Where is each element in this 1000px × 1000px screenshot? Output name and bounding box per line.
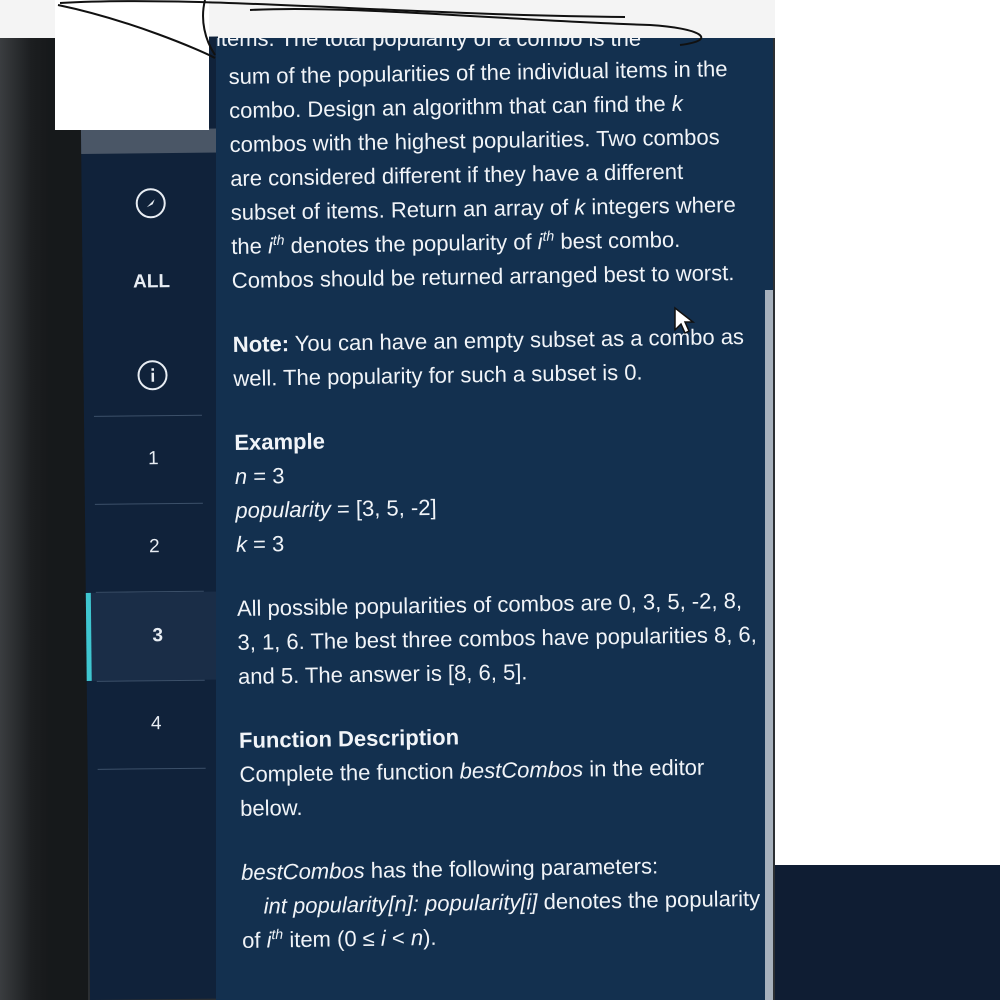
sidebar-item-label: 4 xyxy=(150,713,162,735)
sidebar-item-label: 2 xyxy=(148,536,160,558)
sidebar-item-info[interactable] xyxy=(83,355,221,396)
sidebar-item-label: ALL xyxy=(132,271,171,293)
func-text: Complete the function xyxy=(239,758,460,787)
function-description: Complete the function bestCombos in the … xyxy=(239,750,760,826)
sidebar-item-label: 1 xyxy=(148,448,159,470)
scrollbar[interactable] xyxy=(765,290,773,1000)
superscript-th: th xyxy=(271,925,284,943)
parameter-popularity: int popularity[n]: popularity[i] denotes… xyxy=(241,882,762,958)
var-k: k xyxy=(671,90,683,117)
var-popularity: popularity xyxy=(235,496,331,523)
info-icon xyxy=(137,360,168,391)
sidebar-top-strip xyxy=(80,128,220,154)
var-n: n xyxy=(234,463,248,489)
func-name: bestCombos xyxy=(459,756,584,784)
sidebar-item-2[interactable]: 2 xyxy=(85,503,224,592)
sidebar-item-all[interactable]: ALL xyxy=(82,267,220,298)
cut-off-text: items. The total popularity of a combo i… xyxy=(216,38,642,51)
problem-panel: sum of the popularities of the individua… xyxy=(216,38,773,1000)
sidebar-item-3[interactable]: 3 xyxy=(85,591,225,681)
editor-lower-area xyxy=(775,865,1000,1000)
sidebar-divider xyxy=(97,767,206,770)
compass-icon xyxy=(135,188,166,219)
mouse-cursor-icon xyxy=(674,306,696,335)
func-name: bestCombos xyxy=(240,857,365,885)
note-text: You can have an empty subset as a combo … xyxy=(233,323,745,391)
cut-off-line: items. The total popularity of a combo i… xyxy=(216,38,676,56)
param-text: item (0 ≤ xyxy=(283,925,382,953)
superscript-th: th xyxy=(542,227,555,244)
param-var: popularity[i] xyxy=(424,889,538,917)
desc-text: sum of the popularities of the individua… xyxy=(228,56,728,123)
note-label: Note: xyxy=(232,331,290,357)
sidebar-item-label: 3 xyxy=(152,625,164,647)
editor-area xyxy=(775,0,1000,865)
param-text: ). xyxy=(422,924,437,951)
sidebar-item-4[interactable]: 4 xyxy=(87,680,226,769)
sidebar-item-1[interactable]: 1 xyxy=(84,415,223,504)
corner-paper xyxy=(55,0,209,130)
var-k: k xyxy=(235,531,248,557)
problem-description: sum of the popularities of the individua… xyxy=(228,52,752,298)
superscript-th: th xyxy=(272,231,285,248)
sidebar-item-compass[interactable] xyxy=(82,183,220,224)
var-k: k xyxy=(574,194,586,220)
param-signature: int popularity[n]: xyxy=(263,891,420,919)
value-popularity: = [3, 5, -2] xyxy=(330,494,437,522)
problem-text: sum of the popularities of the individua… xyxy=(228,38,762,958)
value-n: = 3 xyxy=(246,463,285,489)
desc-text: denotes the popularity of xyxy=(284,229,538,259)
param-text: < xyxy=(385,925,412,951)
question-sidebar: ALL 1 2 3 4 xyxy=(80,36,229,1000)
var-n: n xyxy=(410,925,424,951)
example-explanation: All possible popularities of combos are … xyxy=(236,587,757,689)
value-k: = 3 xyxy=(246,531,285,557)
params-text: has the following parameters: xyxy=(364,853,659,883)
